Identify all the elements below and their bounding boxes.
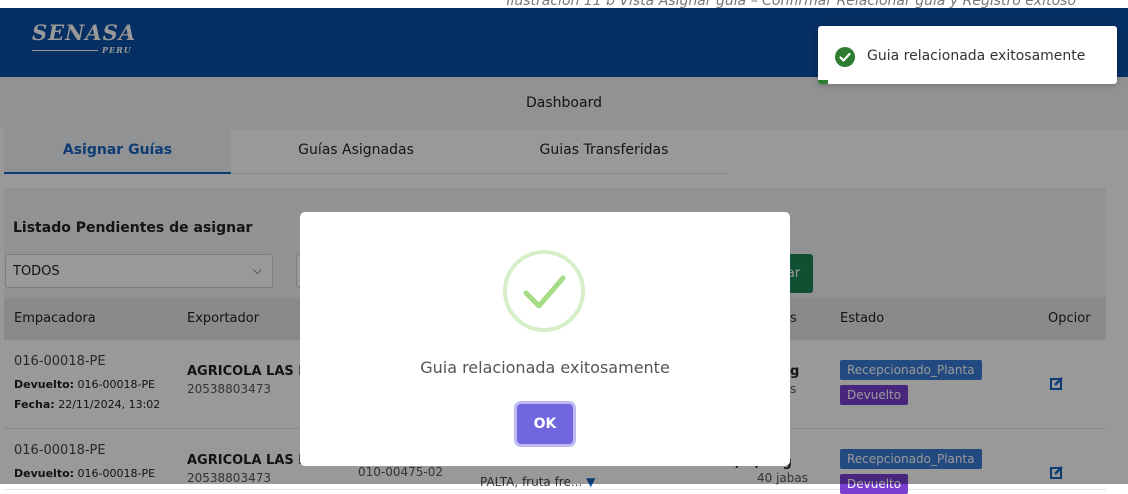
- success-modal: Guia relacionada exitosamente OK: [300, 212, 790, 466]
- modal-message: Guia relacionada exitosamente: [420, 358, 670, 377]
- toast-progress-bar: [818, 80, 828, 84]
- figure-caption: Ilustración 11 b Vista Asignar guía – Co…: [506, 0, 1076, 8]
- success-check-icon: [503, 250, 585, 332]
- toast-notification[interactable]: Guia relacionada exitosamente: [818, 26, 1117, 84]
- check-circle-icon: [835, 47, 855, 67]
- ok-button[interactable]: OK: [517, 404, 573, 444]
- toast-message: Guia relacionada exitosamente: [867, 48, 1086, 64]
